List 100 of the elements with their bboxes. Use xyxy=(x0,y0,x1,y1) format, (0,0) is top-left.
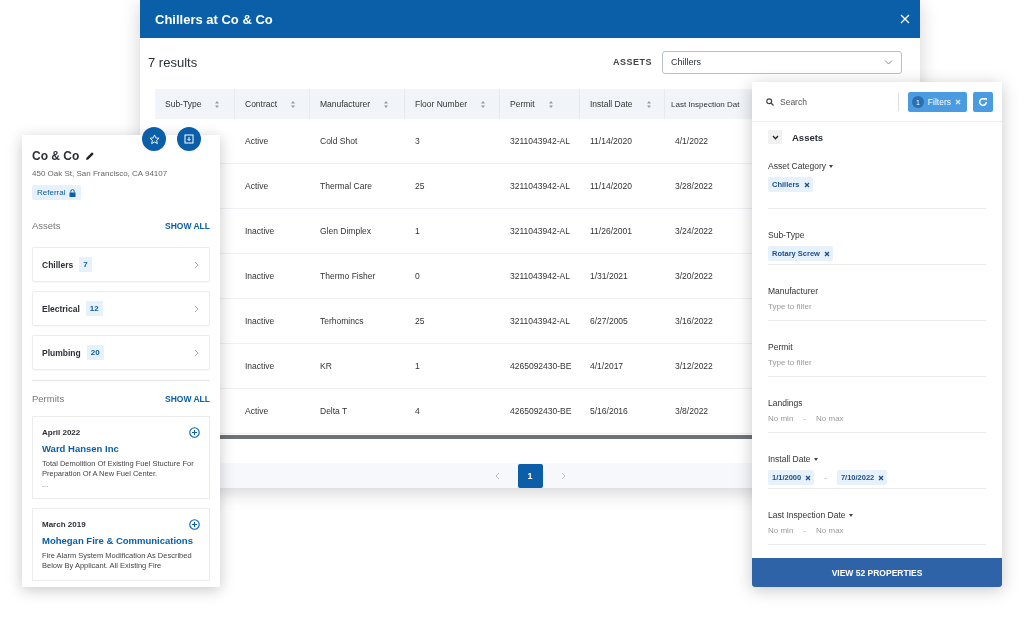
close-icon[interactable] xyxy=(878,474,885,481)
view-properties-button[interactable]: VIEW 52 PROPERTIES xyxy=(752,558,1002,587)
table-cell: Thermo Fisher xyxy=(310,254,405,299)
table-cell: Active xyxy=(235,164,310,209)
table-cell: Terhomincs xyxy=(310,299,405,344)
sort-icon[interactable] xyxy=(548,100,553,108)
filter-label: Permit xyxy=(768,342,794,352)
filter-label: Landings xyxy=(768,398,804,408)
results-count: 7 results xyxy=(148,54,199,70)
close-icon[interactable] xyxy=(805,474,812,481)
table-cell: Active xyxy=(235,119,310,164)
column-header[interactable]: Manufacturer xyxy=(310,89,405,119)
table-cell: Inactive xyxy=(235,299,310,344)
refresh-icon[interactable] xyxy=(978,97,988,107)
search-field[interactable]: Search xyxy=(766,93,899,111)
column-header[interactable]: Sub-Type xyxy=(155,89,235,119)
table-cell: 4/1/2017 xyxy=(580,344,665,389)
modal-title: Chillers at Co & Co xyxy=(155,11,273,27)
property-name: Co & Co xyxy=(32,149,80,163)
sort-icon[interactable] xyxy=(480,100,485,108)
table-cell: 25 xyxy=(405,164,500,209)
column-header[interactable]: Last Inspection Dat xyxy=(665,89,752,119)
section-title: Permits xyxy=(32,393,65,404)
asset-item[interactable]: Chillers 7 xyxy=(32,247,210,282)
table-cell: 3211043942-AL xyxy=(500,299,580,344)
column-header[interactable]: Install Date xyxy=(580,89,665,119)
add-icon[interactable] xyxy=(189,519,200,530)
table-cell: Thermal Care xyxy=(310,164,405,209)
show-all-link[interactable]: SHOW ALL xyxy=(165,220,210,231)
section-title: Assets xyxy=(792,131,824,143)
sort-icon[interactable] xyxy=(384,100,389,108)
assets-select[interactable]: Chillers xyxy=(662,50,902,74)
table-cell: 6/27/2005 xyxy=(580,299,665,344)
table-cell: 1 xyxy=(405,209,500,254)
sort-icon[interactable] xyxy=(291,100,296,108)
column-header[interactable]: Contract xyxy=(235,89,310,119)
table-cell: KR xyxy=(310,344,405,389)
range-dash: - xyxy=(824,473,827,482)
filter-label: Manufacturer xyxy=(768,286,820,296)
download-icon[interactable] xyxy=(184,134,194,144)
close-icon[interactable] xyxy=(823,250,830,257)
show-all-link[interactable]: SHOW ALL xyxy=(165,393,210,404)
sort-icon[interactable] xyxy=(646,100,651,108)
chevron-right-icon[interactable] xyxy=(194,304,199,313)
table-cell: 11/14/2020 xyxy=(580,164,665,209)
count-badge: 7 xyxy=(79,257,92,272)
table-cell: Delta T xyxy=(310,389,405,434)
permit-date: April 2022 xyxy=(42,428,81,437)
table-cell: 25 xyxy=(405,299,500,344)
filter-label[interactable]: Last Inspection Date xyxy=(768,510,986,520)
asset-item[interactable]: Plumbing 20 xyxy=(32,335,210,370)
range-dash: - xyxy=(803,414,806,423)
count-badge: 20 xyxy=(86,345,104,360)
section-title: Assets xyxy=(32,220,61,231)
company-link[interactable]: Ward Hansen Inc xyxy=(42,443,200,454)
search-icon xyxy=(766,98,774,106)
pencil-icon[interactable] xyxy=(85,151,96,161)
table-cell: 4265092430-BE xyxy=(500,389,580,434)
star-icon[interactable] xyxy=(148,133,160,145)
scrollbar[interactable] xyxy=(220,435,752,439)
count-badge: 12 xyxy=(85,301,103,316)
table-cell: 3 xyxy=(405,119,500,164)
table-cell: 3211043942-AL xyxy=(500,254,580,299)
sort-icon[interactable] xyxy=(215,100,220,108)
favorite-button[interactable] xyxy=(142,127,166,151)
table-cell: 11/26/2001 xyxy=(580,209,665,254)
caret-icon[interactable] xyxy=(848,513,853,517)
table-cell: 3211043942-AL xyxy=(500,119,580,164)
table-cell: 1/31/2021 xyxy=(580,254,665,299)
filter-label: ASSETS xyxy=(613,57,652,67)
chevron-right-icon[interactable] xyxy=(194,348,199,357)
company-link[interactable]: Mohegan Fire & Communications xyxy=(42,535,200,546)
lock-icon xyxy=(69,188,77,197)
column-header[interactable]: Floor Number xyxy=(405,89,500,119)
page-button[interactable]: 1 xyxy=(517,463,543,488)
table-cell: 3211043942-AL xyxy=(500,164,580,209)
add-icon[interactable] xyxy=(189,427,200,438)
property-address: 450 Oak St, San Francisco, CA 94107 xyxy=(32,169,169,178)
download-button[interactable] xyxy=(177,127,201,151)
range-dash: - xyxy=(803,526,806,535)
filter-label[interactable]: Install Date xyxy=(768,454,986,464)
chevron-right-icon[interactable] xyxy=(194,260,199,269)
table-cell: Glen Dimplex xyxy=(310,209,405,254)
table-cell: 11/14/2020 xyxy=(580,119,665,164)
table-cell: 4265092430-BE xyxy=(500,344,580,389)
table-cell: 3211043942-AL xyxy=(500,209,580,254)
refresh-button[interactable] xyxy=(973,92,993,112)
caret-icon[interactable] xyxy=(813,457,818,461)
asset-item[interactable]: Electrical 12 xyxy=(32,291,210,326)
column-header[interactable]: Permit xyxy=(500,89,580,119)
referral-tag: Referral xyxy=(32,185,82,200)
table-cell: Inactive xyxy=(235,254,310,299)
filter-label[interactable]: Asset Category xyxy=(768,161,986,171)
table-cell: 0 xyxy=(405,254,500,299)
caret-icon[interactable] xyxy=(829,164,834,168)
table-cell: 5/16/2016 xyxy=(580,389,665,434)
chevron-down-icon[interactable] xyxy=(771,134,779,140)
chevron-button[interactable] xyxy=(768,130,782,144)
close-icon[interactable] xyxy=(803,181,810,188)
filter-label: Sub-Type xyxy=(768,230,806,240)
